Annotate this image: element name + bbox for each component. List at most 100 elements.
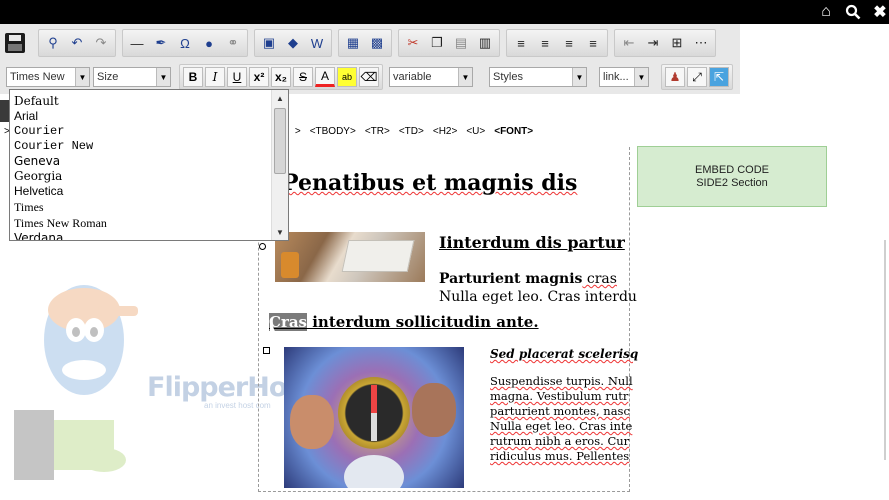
- search-icon[interactable]: [843, 2, 863, 22]
- toolbar-group-extras: ♟ ⤢ ⇱: [661, 64, 733, 90]
- laptop-image[interactable]: [275, 232, 425, 282]
- highlight-button[interactable]: ab: [337, 67, 357, 87]
- italic-button[interactable]: I: [205, 67, 225, 87]
- eraser-icon[interactable]: ⌫: [359, 67, 379, 87]
- undo-icon[interactable]: ↶: [66, 32, 88, 54]
- toolbar-group-align: ≡ ≡ ≡ ≡: [506, 29, 608, 57]
- font-option[interactable]: Arial: [14, 109, 38, 124]
- underline-button[interactable]: U: [227, 67, 247, 87]
- content-heading[interactable]: Penatibus et magnis dis: [282, 170, 577, 196]
- cut-icon[interactable]: ✂: [402, 32, 424, 54]
- font-option[interactable]: Georgia: [14, 169, 62, 184]
- floppy-icon: [5, 33, 25, 53]
- link-globe-icon[interactable]: ●: [198, 32, 220, 54]
- image-resize-handle[interactable]: [259, 243, 266, 250]
- link-select-value: link...: [603, 71, 629, 83]
- expand-icon[interactable]: ⤢: [687, 67, 707, 87]
- bold-button[interactable]: B: [183, 67, 203, 87]
- align-right-icon[interactable]: ≡: [558, 32, 580, 54]
- table-icon[interactable]: ▦: [342, 32, 364, 54]
- image-icon[interactable]: ▣: [258, 32, 280, 54]
- mascot-logo: [14, 270, 139, 485]
- users-icon[interactable]: ♟: [665, 67, 685, 87]
- embed-code-box[interactable]: EMBED CODE SIDE2 Section: [637, 146, 827, 207]
- chevron-down-icon: ▼: [156, 68, 170, 86]
- ordered-list-icon[interactable]: ⊞: [666, 32, 688, 54]
- size-select-value: Size: [97, 71, 119, 83]
- close-icon[interactable]: ✖: [870, 2, 889, 22]
- font-select[interactable]: Times New ▼: [6, 67, 90, 87]
- horizontal-rule-icon[interactable]: —: [126, 32, 148, 54]
- italic-heading-text: Sed placerat scelerisq: [490, 347, 639, 361]
- mouse-cursor-icon: [270, 320, 277, 336]
- save-button[interactable]: [2, 29, 28, 57]
- align-center-icon[interactable]: ≡: [534, 32, 556, 54]
- breadcrumb-item[interactable]: <FONT>: [494, 126, 533, 137]
- word-paste-icon[interactable]: W: [306, 32, 328, 54]
- font-select-value: Times New: [10, 71, 65, 83]
- font-option[interactable]: Helvetica: [14, 184, 63, 199]
- content-paragraph[interactable]: Parturient magnis cras Nulla eget leo. C…: [439, 270, 637, 306]
- styles-select[interactable]: Styles ▼: [489, 67, 587, 87]
- content-subheading[interactable]: Iinterdum dis partur: [439, 233, 625, 252]
- anchor-icon[interactable]: ✒: [150, 32, 172, 54]
- font-color-button[interactable]: A: [315, 67, 335, 87]
- font-option[interactable]: Courier New: [14, 139, 93, 154]
- superscript-button[interactable]: x²: [249, 67, 269, 87]
- toolbar-group-insert: — ✒ Ω ● ⚭: [122, 29, 248, 57]
- subscript-button[interactable]: x₂: [271, 67, 291, 87]
- font-option[interactable]: Courier: [14, 124, 64, 139]
- embed-code-label: EMBED CODE: [695, 163, 769, 176]
- font-option[interactable]: Times New Roman: [14, 216, 107, 231]
- compass-image[interactable]: [284, 347, 464, 488]
- face-shape: [290, 395, 334, 449]
- outdent-icon[interactable]: ⇤: [618, 32, 640, 54]
- breadcrumb-item[interactable]: >: [295, 126, 301, 137]
- align-justify-icon[interactable]: ≡: [582, 32, 604, 54]
- paste-icon[interactable]: ▤: [450, 32, 472, 54]
- content-italic-heading[interactable]: Sed placerat scelerisq: [490, 347, 638, 361]
- find-icon[interactable]: ⚲: [42, 32, 64, 54]
- paragraph-line-2: Nulla eget leo. Cras interdu: [439, 289, 637, 305]
- font-option[interactable]: Times: [14, 200, 44, 215]
- font-option[interactable]: Verdana: [14, 231, 63, 240]
- strikethrough-button[interactable]: S: [293, 67, 313, 87]
- redo-icon[interactable]: ↷: [90, 32, 112, 54]
- scrollbar-thumb[interactable]: [274, 108, 286, 174]
- breadcrumb-item[interactable]: <H2>: [433, 126, 457, 137]
- breadcrumb-item[interactable]: <TBODY>: [310, 126, 356, 137]
- breadcrumb-item[interactable]: <TR>: [365, 126, 390, 137]
- globe-shape: [344, 455, 404, 488]
- breadcrumb-item[interactable]: <TD>: [399, 126, 424, 137]
- unlink-icon[interactable]: ⚭: [222, 32, 244, 54]
- font-dropdown-list[interactable]: Default Arial Courier Courier New Geneva…: [9, 89, 289, 241]
- body-line: rutrum nibh a eros. Cur: [490, 434, 630, 448]
- variable-select[interactable]: variable ▼: [389, 67, 473, 87]
- scroll-up-icon[interactable]: ▲: [272, 90, 288, 106]
- indent-icon[interactable]: ⇥: [642, 32, 664, 54]
- toolbar-group-edit: ⚲ ↶ ↷: [38, 29, 116, 57]
- page-scrollbar[interactable]: [884, 240, 886, 460]
- dropdown-scrollbar[interactable]: ▲ ▼: [271, 90, 288, 240]
- toolbar-group-format: B I U x² x₂ S A ab ⌫: [179, 64, 383, 90]
- styles-select-value: Styles: [493, 71, 523, 83]
- font-option[interactable]: Geneva: [14, 154, 60, 169]
- home-icon[interactable]: ⌂: [816, 2, 836, 22]
- image-resize-handle[interactable]: [263, 347, 270, 354]
- font-option[interactable]: Default: [14, 94, 59, 109]
- content-heading-3[interactable]: Cras interdum sollicitudin ante.: [269, 313, 539, 331]
- scroll-down-icon[interactable]: ▼: [272, 224, 288, 240]
- maximize-icon[interactable]: ⇱: [709, 67, 729, 87]
- align-left-icon[interactable]: ≡: [510, 32, 532, 54]
- size-select[interactable]: Size ▼: [93, 67, 171, 87]
- unordered-list-icon[interactable]: ⋯: [690, 32, 712, 54]
- paste-text-icon[interactable]: ▥: [474, 32, 496, 54]
- content-body-text[interactable]: Suspendisse turpis. Null magna. Vestibul…: [490, 374, 633, 464]
- breadcrumb-item[interactable]: <U>: [466, 126, 485, 137]
- special-char-icon[interactable]: Ω: [174, 32, 196, 54]
- link-select[interactable]: link... ▼: [599, 67, 649, 87]
- variable-select-value: variable: [393, 71, 432, 83]
- copy-icon[interactable]: ❐: [426, 32, 448, 54]
- table-properties-icon[interactable]: ▩: [366, 32, 388, 54]
- flash-icon[interactable]: ◆: [282, 32, 304, 54]
